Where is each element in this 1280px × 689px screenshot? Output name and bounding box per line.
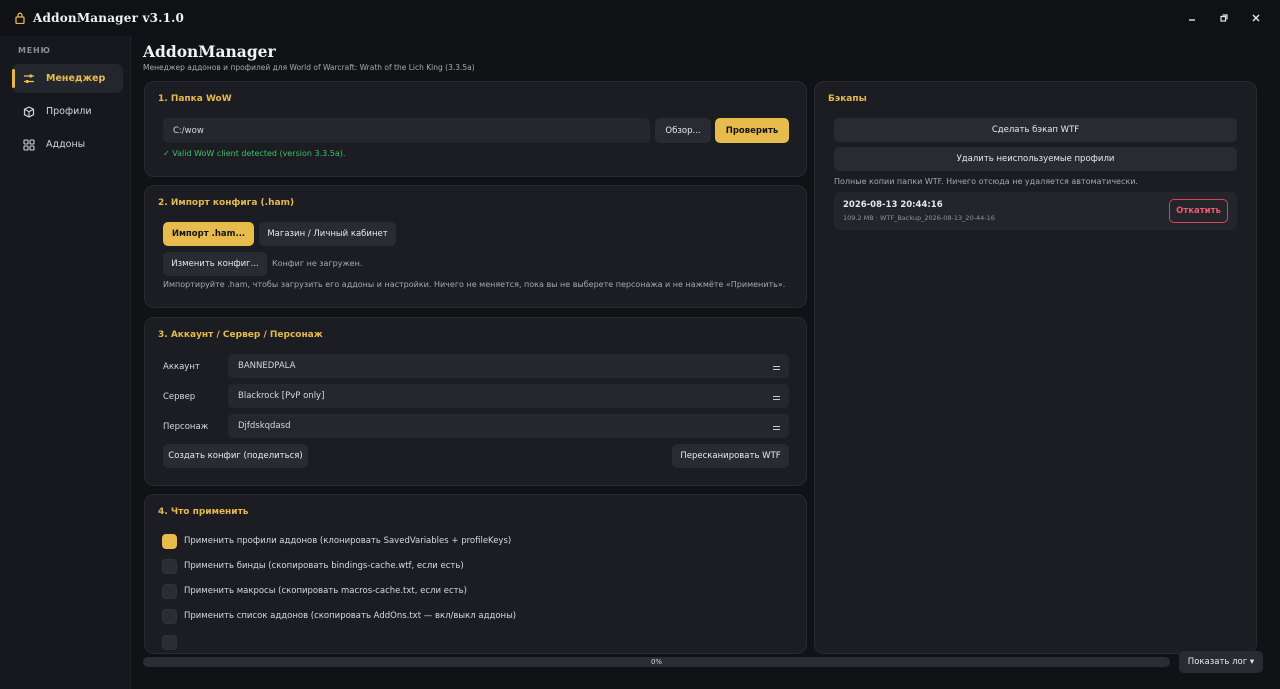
shop-button[interactable]: Магазин / Личный кабинет	[259, 222, 396, 246]
progress-text: 0%	[650, 658, 663, 666]
apply-card: 4. Что применить Применить профили аддон…	[144, 494, 807, 654]
folder-status: ✓ Valid WoW client detected (version 3.3…	[163, 149, 346, 158]
select-handle-icon	[773, 366, 780, 370]
edit-config-button[interactable]: Изменить конфиг...	[163, 252, 267, 276]
account-label: Аккаунт	[163, 362, 200, 372]
select-handle-icon	[773, 396, 780, 400]
apply-option-addons-list[interactable]: Применить список аддонов (скопировать Ad…	[162, 608, 516, 624]
page-title: AddonManager	[143, 42, 276, 61]
page-subtitle: Менеджер аддонов и профилей для World of…	[143, 63, 475, 72]
sidebar-item-label: Менеджер	[46, 73, 106, 84]
character-select[interactable]: Djfdskqdasd	[228, 414, 789, 438]
make-backup-button[interactable]: Сделать бэкап WTF	[834, 118, 1237, 142]
backup-item: 2026-08-13 20:44:16 109.2 MB · WTF_Backu…	[834, 192, 1237, 230]
import-ham-button[interactable]: Импорт .ham...	[163, 222, 254, 246]
title-bar: AddonManager v3.1.0	[0, 0, 1280, 36]
option-label: Применить бинды (скопировать bindings-ca…	[184, 561, 464, 571]
import-hint: Импортируйте .ham, чтобы загрузить его а…	[163, 280, 786, 289]
restore-icon	[1220, 14, 1228, 22]
card-title: 1. Папка WoW	[158, 94, 232, 104]
import-card: 2. Импорт конфига (.ham) Импорт .ham... …	[144, 185, 807, 308]
box-icon	[23, 106, 35, 118]
lock-icon	[15, 12, 25, 24]
wow-folder-card: 1. Папка WoW C:/wow Обзор... Проверить ✓…	[144, 81, 807, 177]
restore-button[interactable]	[1214, 8, 1234, 28]
delete-unused-profiles-button[interactable]: Удалить неиспользуемые профили	[834, 147, 1237, 171]
sidebar-item-addons[interactable]: Аддоны	[12, 130, 123, 159]
apply-option-partial[interactable]	[162, 634, 177, 650]
browse-button[interactable]: Обзор...	[655, 118, 711, 143]
server-label: Сервер	[163, 392, 196, 402]
checkbox-checked[interactable]	[162, 533, 177, 549]
backups-note: Полные копии папки WTF. Ничего отсюда не…	[834, 177, 1138, 186]
card-title: 3. Аккаунт / Сервер / Персонаж	[158, 330, 323, 340]
minimize-icon	[1189, 19, 1195, 21]
rollback-button[interactable]: Откатить	[1169, 199, 1228, 223]
sidebar: МЕНЮ Менеджер Профили Аддоны	[0, 36, 131, 689]
sidebar-item-manager[interactable]: Менеджер	[12, 64, 123, 93]
select-handle-icon	[773, 426, 780, 430]
character-label: Персонаж	[163, 422, 209, 432]
close-icon	[1252, 14, 1260, 22]
sliders-icon	[24, 74, 34, 83]
option-label: Применить макросы (скопировать macros-ca…	[184, 586, 467, 596]
card-title: 4. Что применить	[158, 507, 249, 517]
apply-option-macros[interactable]: Применить макросы (скопировать macros-ca…	[162, 583, 467, 599]
select-value: Blackrock [PvP only]	[238, 391, 325, 401]
minimize-button[interactable]	[1182, 8, 1202, 28]
sidebar-item-label: Аддоны	[46, 139, 86, 150]
account-select[interactable]: BANNEDPALA	[228, 354, 789, 378]
show-log-button[interactable]: Показать лог ▾	[1179, 651, 1263, 673]
backups-card: Бэкапы Сделать бэкап WTF Удалить неиспол…	[814, 81, 1257, 654]
card-title: Бэкапы	[828, 94, 867, 104]
checkbox[interactable]	[162, 583, 177, 599]
checkbox[interactable]	[162, 558, 177, 574]
option-label: Применить профили аддонов (клонировать S…	[184, 536, 512, 546]
account-card: 3. Аккаунт / Сервер / Персонаж Аккаунт B…	[144, 317, 807, 486]
verify-button[interactable]: Проверить	[715, 118, 789, 143]
create-config-button[interactable]: Создать конфиг (поделиться)	[163, 444, 308, 468]
backup-meta: 109.2 MB · WTF_Backup_2026-08-13_20-44-1…	[843, 214, 995, 222]
sidebar-item-label: Профили	[46, 106, 92, 117]
grid-icon	[23, 139, 35, 151]
wow-path-input[interactable]: C:/wow	[163, 118, 650, 143]
progress-bar: 0%	[143, 657, 1170, 667]
option-label: Применить список аддонов (скопировать Ad…	[184, 611, 517, 621]
main-content: AddonManager Менеджер аддонов и профилей…	[131, 36, 1280, 689]
select-value: Djfdskqdasd	[238, 421, 291, 431]
rescan-wtf-button[interactable]: Пересканировать WTF	[672, 444, 789, 468]
apply-option-bindings[interactable]: Применить бинды (скопировать bindings-ca…	[162, 558, 464, 574]
sidebar-item-profiles[interactable]: Профили	[12, 97, 123, 126]
server-select[interactable]: Blackrock [PvP only]	[228, 384, 789, 408]
checkbox[interactable]	[162, 608, 177, 624]
app-title: AddonManager v3.1.0	[33, 11, 185, 25]
backup-date: 2026-08-13 20:44:16	[843, 200, 943, 210]
close-button[interactable]	[1246, 8, 1266, 28]
checkbox[interactable]	[162, 634, 177, 650]
config-status: Конфиг не загружен.	[272, 259, 363, 268]
card-title: 2. Импорт конфига (.ham)	[158, 198, 295, 208]
menu-label: МЕНЮ	[18, 46, 51, 55]
apply-option-profiles[interactable]: Применить профили аддонов (клонировать S…	[162, 533, 511, 549]
select-value: BANNEDPALA	[238, 361, 296, 371]
